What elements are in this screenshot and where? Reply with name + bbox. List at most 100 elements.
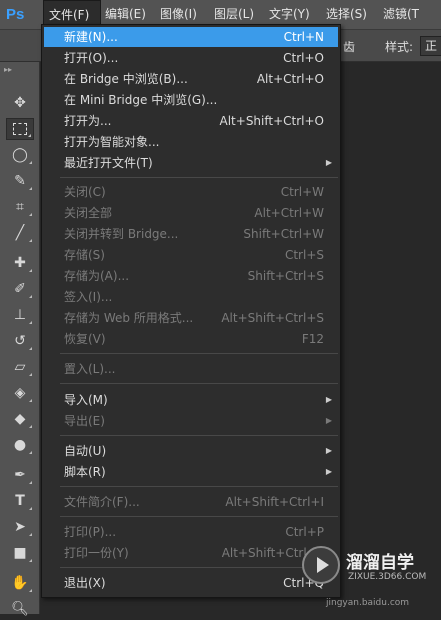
menu-item-close-go-bridge[interactable]: 关闭并转到 Bridge... Shift+Ctrl+W	[44, 224, 338, 244]
menu-item-place[interactable]: 置入(L)...	[44, 359, 338, 379]
menu-item-scripts[interactable]: 脚本(R) ▶	[44, 462, 338, 482]
menu-item-export[interactable]: 导出(E) ▶	[44, 411, 338, 431]
menu-item-automate[interactable]: 自动(U) ▶	[44, 441, 338, 461]
menu-item-label: 置入(L)...	[64, 362, 116, 376]
menu-item-label: 导出(E)	[64, 414, 105, 428]
menu-item-label: 关闭全部	[64, 206, 113, 220]
menu-item-save-as[interactable]: 存储为(A)... Shift+Ctrl+S	[44, 266, 338, 286]
menu-item-label: 打印(P)...	[64, 525, 117, 539]
menu-item-close-all[interactable]: 关闭全部 Alt+Ctrl+W	[44, 203, 338, 223]
path-select-tool-icon[interactable]: ➤	[6, 516, 34, 538]
menu-item-label: 打开为...	[64, 114, 112, 128]
zoom-tool-icon[interactable]: 🔍︎	[6, 598, 34, 620]
menu-item-shortcut: Shift+Ctrl+S	[247, 269, 324, 283]
menu-item-shortcut: Shift+Ctrl+W	[243, 227, 324, 241]
antialias-label-fragment: 齿	[343, 40, 356, 54]
move-tool-icon[interactable]: ✥	[6, 92, 34, 114]
menu-filter[interactable]: 滤镜(T	[383, 0, 419, 30]
menu-item-check-in[interactable]: 签入(I)...	[44, 287, 338, 307]
menu-item-exit[interactable]: 退出(X) Ctrl+Q	[44, 573, 338, 593]
menu-item-shortcut: Alt+Ctrl+W	[254, 206, 324, 220]
menu-item-label: 自动(U)	[64, 444, 107, 458]
menu-item-shortcut: Alt+Shift+Ctrl+I	[225, 495, 324, 509]
type-tool-icon[interactable]: T	[6, 490, 34, 512]
menu-item-label: 退出(X)	[64, 576, 106, 590]
menu-item-revert[interactable]: 恢复(V) F12	[44, 329, 338, 349]
rectangle-tool-icon[interactable]: ■	[6, 542, 34, 564]
menu-item-save-for-web[interactable]: 存储为 Web 所用格式... Alt+Shift+Ctrl+S	[44, 308, 338, 328]
menu-item-label: 新建(N)...	[64, 30, 118, 44]
submenu-arrow-icon: ▶	[325, 446, 332, 455]
paint-bucket-tool-icon[interactable]: ◈	[6, 382, 34, 404]
blur-tool-icon[interactable]: ◆	[6, 408, 34, 430]
healing-brush-tool-icon[interactable]: ✚	[6, 252, 34, 274]
menu-item-shortcut: F12	[301, 332, 324, 346]
eyedropper-tool-icon[interactable]: ╱	[6, 222, 34, 244]
menu-item-save[interactable]: 存储(S) Ctrl+S	[44, 245, 338, 265]
menu-item-shortcut: Ctrl+S	[284, 248, 324, 262]
watermark-play-logo-icon	[302, 546, 340, 584]
menu-item-label: 存储(S)	[64, 248, 105, 262]
menu-item-file-info[interactable]: 文件简介(F)... Alt+Shift+Ctrl+I	[44, 492, 338, 512]
submenu-arrow-icon: ▶	[325, 395, 332, 404]
tools-panel: ▸▸ ✥ ◯ ✎ ⌗ ╱ ✚ ✐ ⊥ ↺ ▱ ◈ ◆ ● ✒ T ➤ ■ ✋ 🔍…	[0, 62, 40, 617]
menu-item-shortcut: Alt+Shift+Ctrl+O	[219, 114, 324, 128]
hand-tool-icon[interactable]: ✋	[6, 572, 34, 594]
submenu-arrow-icon: ▶	[325, 467, 332, 476]
menu-item-label: 关闭并转到 Bridge...	[64, 227, 179, 241]
menu-item-shortcut: Ctrl+P	[285, 525, 324, 539]
crop-tool-icon[interactable]: ⌗	[6, 196, 34, 218]
marquee-tool-icon[interactable]	[6, 118, 34, 140]
dodge-tool-icon[interactable]: ●	[6, 434, 34, 456]
menu-separator	[60, 486, 338, 487]
menu-item-open-as-smart-object[interactable]: 打开为智能对象...	[44, 132, 338, 152]
history-brush-tool-icon[interactable]: ↺	[6, 330, 34, 352]
menu-item-label: 打开(O)...	[64, 51, 119, 65]
photoshop-logo: Ps	[6, 6, 25, 23]
menu-item-label: 脚本(R)	[64, 465, 106, 479]
menu-item-label: 在 Mini Bridge 中浏览(G)...	[64, 93, 218, 107]
menu-item-open[interactable]: 打开(O)... Ctrl+O	[44, 48, 338, 68]
menu-separator	[60, 516, 338, 517]
panel-grip-icon[interactable]: ▸▸	[4, 65, 12, 74]
menu-item-browse-bridge[interactable]: 在 Bridge 中浏览(B)... Alt+Ctrl+O	[44, 69, 338, 89]
menu-item-label: 签入(I)...	[64, 290, 113, 304]
menu-item-label: 导入(M)	[64, 393, 108, 407]
style-select[interactable]: 正	[420, 36, 441, 56]
menu-separator	[60, 177, 338, 178]
pen-tool-icon[interactable]: ✒	[6, 464, 34, 486]
style-label: 样式:	[385, 40, 414, 54]
eraser-tool-icon[interactable]: ▱	[6, 356, 34, 378]
menu-item-label: 关闭(C)	[64, 185, 106, 199]
submenu-arrow-icon: ▶	[325, 158, 332, 167]
menu-item-browse-mini-bridge[interactable]: 在 Mini Bridge 中浏览(G)...	[44, 90, 338, 110]
menu-item-new[interactable]: 新建(N)... Ctrl+N	[44, 27, 338, 47]
menu-item-label: 存储为(A)...	[64, 269, 130, 283]
file-menu-dropdown: 新建(N)... Ctrl+N 打开(O)... Ctrl+O 在 Bridge…	[41, 24, 341, 598]
menu-item-open-recent[interactable]: 最近打开文件(T) ▶	[44, 153, 338, 173]
menu-item-open-as[interactable]: 打开为... Alt+Shift+Ctrl+O	[44, 111, 338, 131]
watermark-site: jingyan.baidu.com	[326, 598, 410, 608]
submenu-arrow-icon: ▶	[325, 416, 332, 425]
menu-item-print[interactable]: 打印(P)... Ctrl+P	[44, 522, 338, 542]
menu-item-print-one-copy[interactable]: 打印一份(Y) Alt+Shift+Ctrl+P	[44, 543, 338, 563]
menu-item-label: 在 Bridge 中浏览(B)...	[64, 72, 188, 86]
watermark-title: 溜溜自学	[346, 553, 414, 573]
menu-item-shortcut: Alt+Shift+Ctrl+S	[221, 311, 324, 325]
lasso-tool-icon[interactable]: ◯	[6, 144, 34, 166]
menu-item-close[interactable]: 关闭(C) Ctrl+W	[44, 182, 338, 202]
menu-item-label: 文件简介(F)...	[64, 495, 140, 509]
menu-item-label: 恢复(V)	[64, 332, 106, 346]
quick-select-tool-icon[interactable]: ✎	[6, 170, 34, 192]
menu-item-shortcut: Ctrl+N	[283, 30, 324, 44]
menu-item-label: 打印一份(Y)	[64, 546, 129, 560]
menu-item-label: 存储为 Web 所用格式...	[64, 311, 194, 325]
menu-item-shortcut: Ctrl+O	[283, 51, 324, 65]
watermark: 溜溜自学 ZIXUE.3D66.COM jingyan.baidu.com	[296, 542, 441, 614]
menu-item-shortcut: Alt+Ctrl+O	[256, 72, 324, 86]
menu-item-import[interactable]: 导入(M) ▶	[44, 390, 338, 410]
menu-item-label: 打开为智能对象...	[64, 135, 160, 149]
clone-stamp-tool-icon[interactable]: ⊥	[6, 304, 34, 326]
menu-item-shortcut: Ctrl+W	[280, 185, 324, 199]
brush-tool-icon[interactable]: ✐	[6, 278, 34, 300]
